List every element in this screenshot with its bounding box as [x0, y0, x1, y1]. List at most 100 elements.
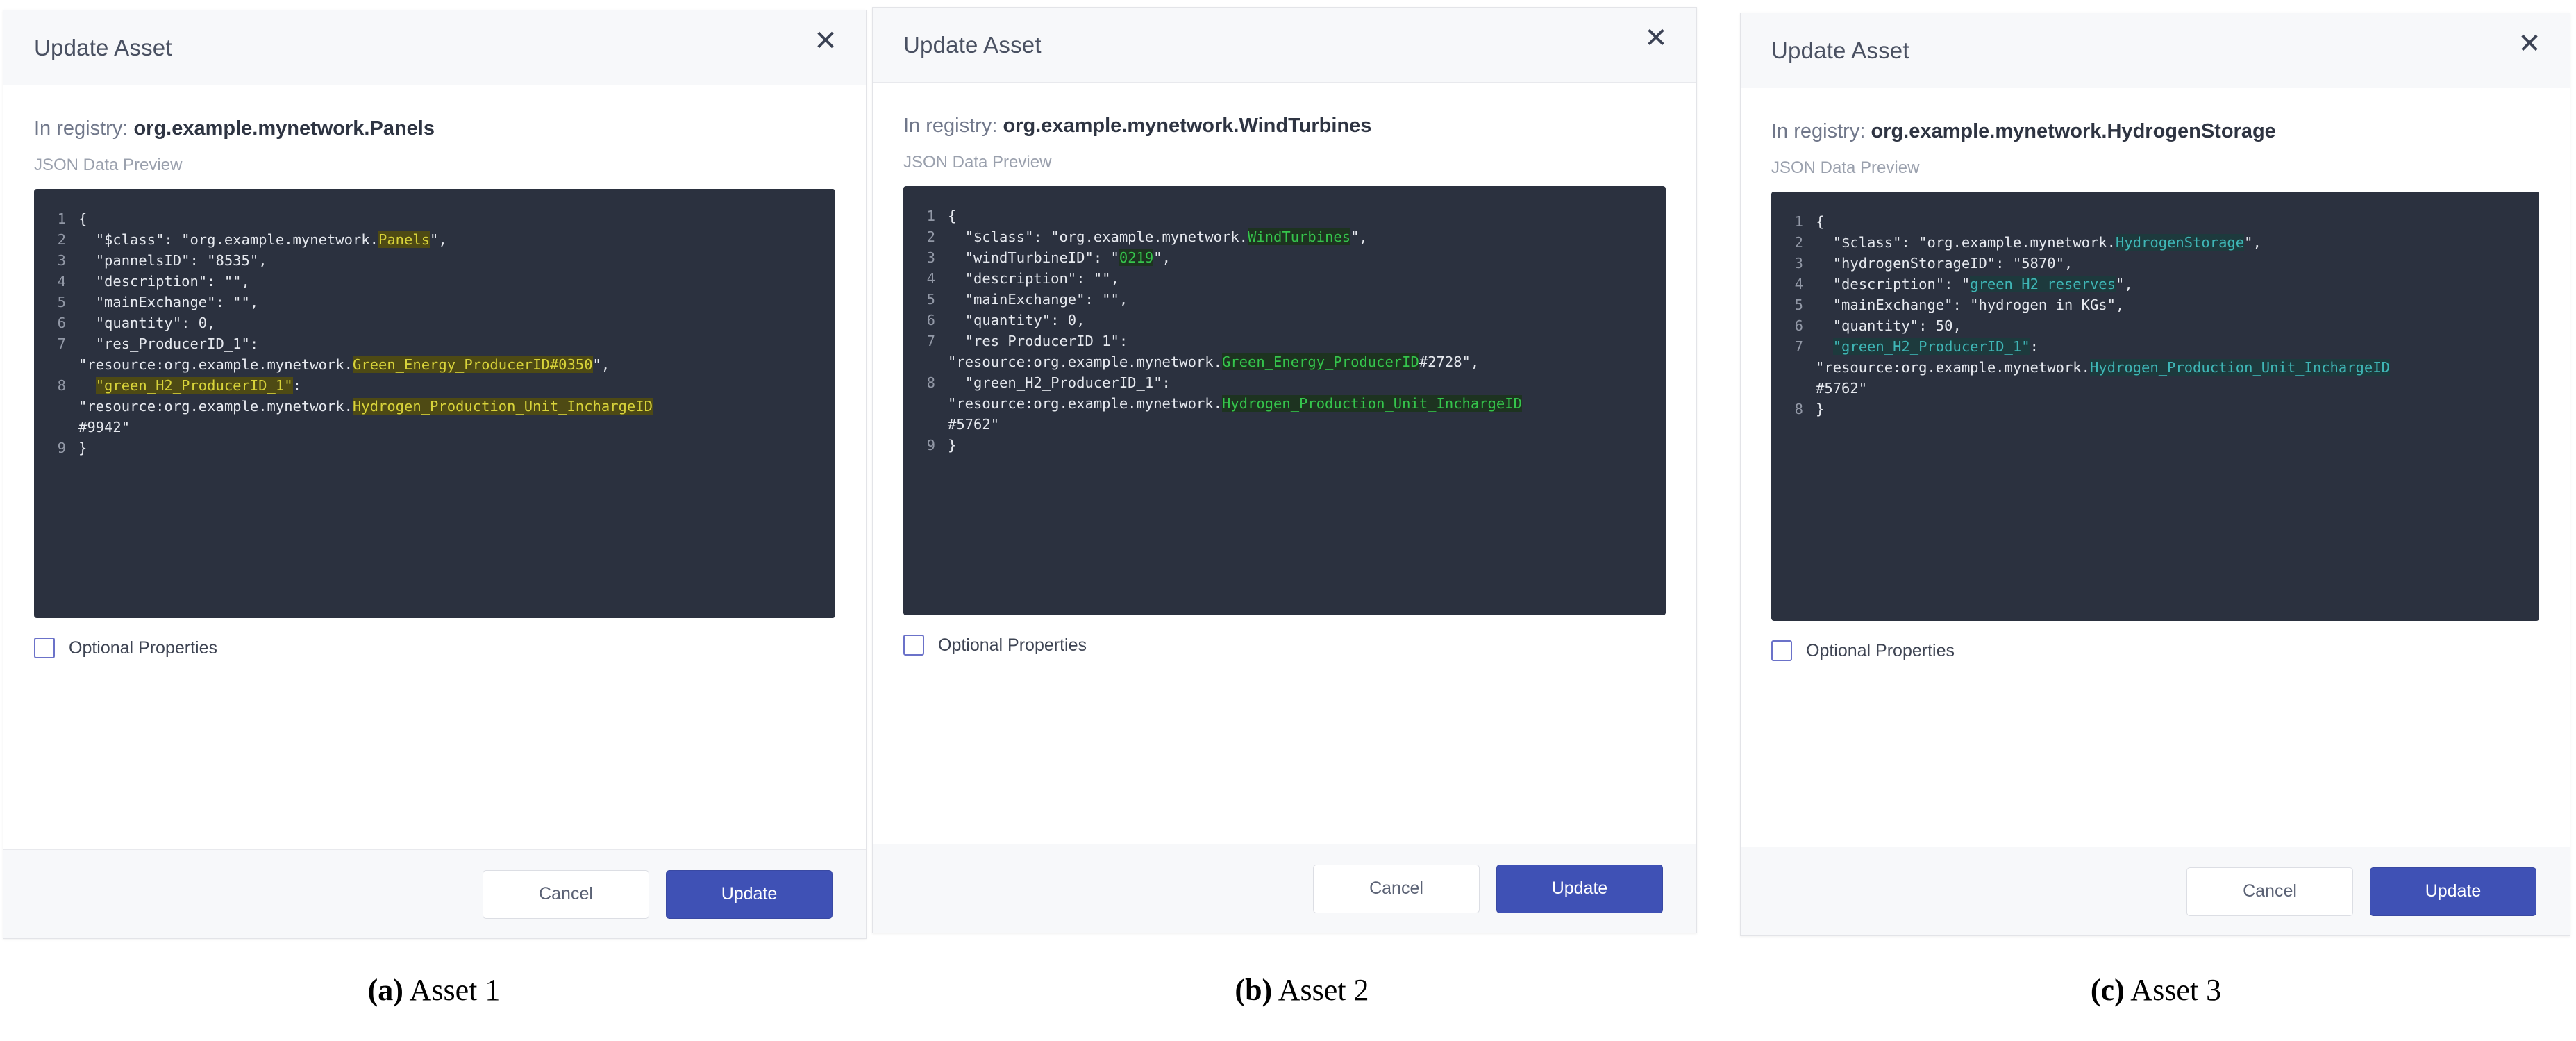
- optional-properties-checkbox[interactable]: [34, 638, 55, 658]
- code-line: 2 "$class": "org.example.mynetwork.Panel…: [47, 229, 823, 250]
- code-line: 3 "hydrogenStorageID": "5870",: [1784, 253, 2527, 274]
- code-token-highlighted: HydrogenStorage: [2116, 234, 2244, 251]
- optional-properties-label: Optional Properties: [69, 638, 217, 658]
- code-line: 6 "quantity": 0,: [916, 310, 1653, 331]
- line-number: 4: [1784, 274, 1816, 294]
- registry-prefix-label: In registry:: [34, 117, 133, 140]
- code-line: 8 "green_H2_ProducerID_1": "resource:org…: [916, 372, 1653, 435]
- code-token: ",: [593, 356, 610, 373]
- code-token: #5762": [948, 416, 999, 433]
- optional-properties-label: Optional Properties: [1806, 641, 1955, 661]
- line-number: 2: [47, 229, 78, 250]
- line-number: 1: [916, 206, 948, 226]
- code-line-text: {: [1816, 211, 2527, 232]
- figure-root: Update Asset ✕ In registry: org.example.…: [0, 0, 2576, 1041]
- json-code-block[interactable]: 1{2 "$class": "org.example.mynetwork.Hyd…: [1771, 192, 2539, 621]
- update-button[interactable]: Update: [666, 870, 833, 919]
- code-line-text: "green_H2_ProducerID_1": "resource:org.e…: [78, 375, 823, 438]
- json-code-block[interactable]: 1{2 "$class": "org.example.mynetwork.Pan…: [34, 189, 835, 618]
- caption-marker: (a): [368, 973, 403, 1007]
- code-line-text: "res_ProducerID_1": "resource:org.exampl…: [78, 333, 823, 375]
- line-number: 4: [916, 268, 948, 289]
- code-token: "quantity": 50,: [1816, 317, 1962, 334]
- code-token: #2728",: [1419, 353, 1479, 370]
- optional-properties-checkbox[interactable]: [903, 635, 924, 656]
- code-token-highlighted: 0219: [1119, 249, 1153, 266]
- update-button[interactable]: Update: [1496, 865, 1663, 913]
- line-number: 5: [47, 292, 78, 313]
- code-line-text: "hydrogenStorageID": "5870",: [1816, 253, 2527, 274]
- registry-line: In registry: org.example.mynetwork.WindT…: [903, 115, 1666, 138]
- code-token: "mainExchange": "",: [948, 291, 1128, 308]
- code-token: "$class": "org.example.mynetwork.: [1816, 234, 2116, 251]
- registry-line: In registry: org.example.mynetwork.Hydro…: [1771, 120, 2539, 143]
- close-icon[interactable]: ✕: [810, 26, 841, 56]
- registry-line: In registry: org.example.mynetwork.Panel…: [34, 117, 835, 140]
- optional-properties-row[interactable]: Optional Properties: [1771, 640, 2539, 661]
- line-number: 4: [47, 271, 78, 292]
- line-number: 7: [916, 331, 948, 351]
- line-number: 6: [916, 310, 948, 331]
- registry-prefix-label: In registry:: [1771, 120, 1871, 142]
- update-button[interactable]: Update: [2370, 867, 2536, 916]
- cancel-button[interactable]: Cancel: [2186, 867, 2353, 916]
- dialog-body: In registry: org.example.mynetwork.Hydro…: [1741, 88, 2570, 847]
- code-line: 4 "description": "green H2 reserves",: [1784, 274, 2527, 294]
- code-token: ",: [430, 231, 447, 248]
- code-line: 1{: [47, 208, 823, 229]
- dialog-header: Update Asset ✕: [873, 8, 1696, 83]
- line-number: 8: [916, 372, 948, 393]
- code-line: 3 "pannelsID": "8535",: [47, 250, 823, 271]
- code-line-text: {: [948, 206, 1653, 226]
- caption-text: Asset 1: [403, 973, 500, 1007]
- code-line: 5 "mainExchange": "hydrogen in KGs",: [1784, 294, 2527, 315]
- code-line-text: {: [78, 208, 823, 229]
- figure-caption-a: (a) Asset 1: [0, 972, 868, 1008]
- close-icon[interactable]: ✕: [1641, 23, 1671, 53]
- registry-value: org.example.mynetwork.HydrogenStorage: [1871, 120, 2275, 142]
- code-line-text: "quantity": 50,: [1816, 315, 2527, 336]
- code-token: "mainExchange": "",: [78, 294, 258, 310]
- code-token: "green_H2_ProducerID_1": "resource:org.e…: [948, 374, 1222, 412]
- optional-properties-row[interactable]: Optional Properties: [34, 638, 835, 658]
- json-code-block[interactable]: 1{2 "$class": "org.example.mynetwork.Win…: [903, 186, 1666, 615]
- cancel-button[interactable]: Cancel: [1313, 865, 1480, 913]
- optional-properties-row[interactable]: Optional Properties: [903, 635, 1666, 656]
- dialog-body: In registry: org.example.mynetwork.Panel…: [3, 85, 866, 849]
- code-line-text: "quantity": 0,: [948, 310, 1653, 331]
- code-line: 9}: [47, 438, 823, 458]
- line-number: 9: [47, 438, 78, 458]
- code-token: [1816, 338, 1833, 355]
- code-line: 1{: [1784, 211, 2527, 232]
- code-line-text: "mainExchange": "hydrogen in KGs",: [1816, 294, 2527, 315]
- code-line-text: "description": "",: [948, 268, 1653, 289]
- json-preview-label: JSON Data Preview: [34, 156, 835, 175]
- code-token: "windTurbineID": ": [948, 249, 1119, 266]
- code-line: 3 "windTurbineID": "0219",: [916, 247, 1653, 268]
- code-token: "quantity": 0,: [78, 315, 215, 331]
- code-token: ",: [1153, 249, 1171, 266]
- code-token: "pannelsID": "8535",: [78, 252, 267, 269]
- code-line: 8}: [1784, 399, 2527, 419]
- cancel-button[interactable]: Cancel: [483, 870, 649, 919]
- code-line: 6 "quantity": 0,: [47, 313, 823, 333]
- code-token: {: [1816, 213, 1824, 230]
- code-token: "description": "",: [948, 270, 1119, 287]
- code-token: {: [948, 208, 956, 224]
- update-asset-dialog-2: Update Asset ✕ In registry: org.example.…: [872, 7, 1697, 933]
- json-preview-label: JSON Data Preview: [1771, 158, 2539, 178]
- code-line: 5 "mainExchange": "",: [47, 292, 823, 313]
- code-line: 6 "quantity": 50,: [1784, 315, 2527, 336]
- code-line: 4 "description": "",: [47, 271, 823, 292]
- code-token: }: [78, 440, 87, 456]
- code-line: 2 "$class": "org.example.mynetwork.WindT…: [916, 226, 1653, 247]
- code-line-text: "description": "",: [78, 271, 823, 292]
- code-token-highlighted: Hydrogen_Production_Unit_InchargeID: [353, 398, 653, 415]
- code-token-highlighted: WindTurbines: [1248, 228, 1350, 245]
- optional-properties-checkbox[interactable]: [1771, 640, 1792, 661]
- dialog-title: Update Asset: [903, 32, 1042, 58]
- code-token-highlighted: "green_H2_ProducerID_1": [1833, 338, 2030, 355]
- line-number: 1: [1784, 211, 1816, 232]
- close-icon[interactable]: ✕: [2514, 28, 2545, 59]
- code-token: "$class": "org.example.mynetwork.: [948, 228, 1248, 245]
